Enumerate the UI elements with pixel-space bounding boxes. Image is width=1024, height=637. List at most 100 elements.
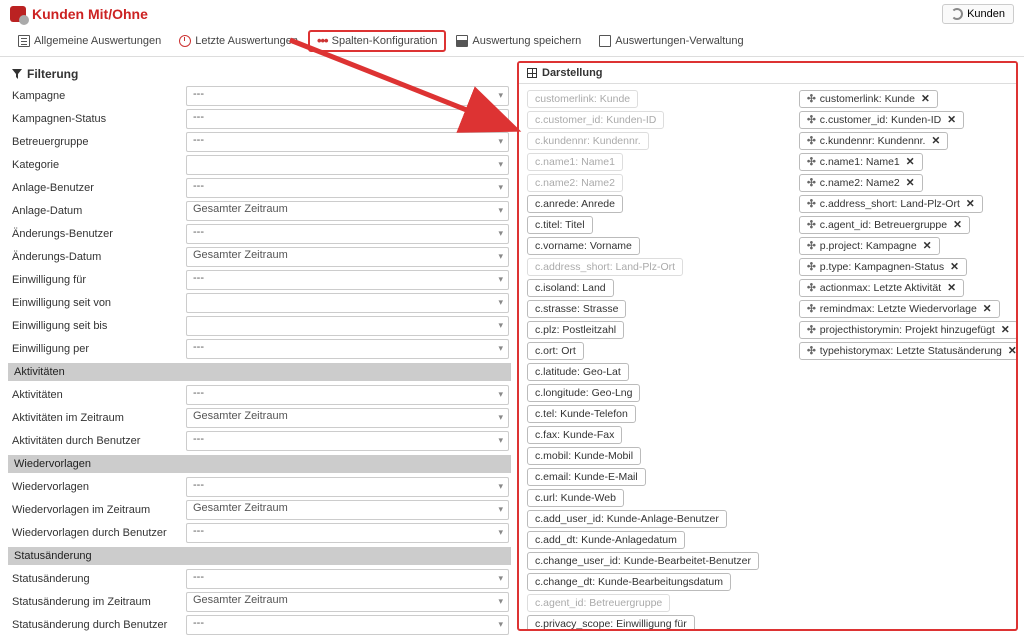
remove-icon[interactable]: ✕ <box>983 303 992 315</box>
drag-icon: ✣ <box>807 135 816 147</box>
available-chip: c.agent_id: Betreuergruppe <box>527 594 670 612</box>
filter-label: Aktivitäten im Zeitraum <box>10 412 186 424</box>
available-chip[interactable]: c.change_user_id: Kunde-Bearbeitet-Benut… <box>527 552 759 570</box>
filter-label: Einwilligung per <box>10 343 186 355</box>
remove-icon[interactable]: ✕ <box>953 219 962 231</box>
available-chip[interactable]: c.add_user_id: Kunde-Anlage-Benutzer <box>527 510 727 528</box>
available-chip[interactable]: c.url: Kunde-Web <box>527 489 624 507</box>
available-chip[interactable]: c.strasse: Strasse <box>527 300 626 318</box>
available-chip[interactable]: c.tel: Kunde-Telefon <box>527 405 636 423</box>
available-chip[interactable]: c.longitude: Geo-Lng <box>527 384 640 402</box>
remove-icon[interactable]: ✕ <box>906 156 915 168</box>
filter-select[interactable]: --- <box>186 109 509 129</box>
display-panel: Darstellung customerlink: Kundec.custome… <box>517 61 1018 631</box>
selected-chip[interactable]: ✣customerlink: Kunde✕ <box>799 90 938 108</box>
selected-chip[interactable]: ✣remindmax: Letzte Wiedervorlage✕ <box>799 300 1000 318</box>
selected-chip[interactable]: ✣p.type: Kampagnen-Status✕ <box>799 258 967 276</box>
drag-icon: ✣ <box>807 93 816 105</box>
available-chip[interactable]: c.vorname: Vorname <box>527 237 640 255</box>
toolbar-verwaltung[interactable]: Auswertungen-Verwaltung <box>591 31 751 51</box>
remove-icon[interactable]: ✕ <box>966 198 975 210</box>
remove-icon[interactable]: ✕ <box>906 177 915 189</box>
remove-icon[interactable]: ✕ <box>931 135 940 147</box>
available-chip: c.name2: Name2 <box>527 174 623 192</box>
filter-select[interactable]: --- <box>186 385 509 405</box>
toolbar-speichern[interactable]: Auswertung speichern <box>448 31 589 51</box>
kunden-button[interactable]: Kunden <box>942 4 1014 24</box>
filter-select[interactable]: Gesamter Zeitraum <box>186 201 509 221</box>
filter-label: Kampagnen-Status <box>10 113 186 125</box>
remove-icon[interactable]: ✕ <box>947 114 956 126</box>
available-chip[interactable]: c.latitude: Geo-Lat <box>527 363 629 381</box>
available-chip[interactable]: c.privacy_scope: Einwilligung für <box>527 615 695 629</box>
available-chip: c.address_short: Land-Plz-Ort <box>527 258 683 276</box>
filter-select[interactable]: --- <box>186 132 509 152</box>
selected-chip[interactable]: ✣c.name1: Name1✕ <box>799 153 923 171</box>
selected-chip[interactable]: ✣c.kundennr: Kundennr.✕ <box>799 132 948 150</box>
available-chip[interactable]: c.titel: Titel <box>527 216 593 234</box>
remove-icon[interactable]: ✕ <box>923 240 932 252</box>
drag-icon: ✣ <box>807 282 816 294</box>
available-chip[interactable]: c.ort: Ort <box>527 342 584 360</box>
filter-select[interactable]: --- <box>186 431 509 451</box>
toolbar-letzte[interactable]: Letzte Auswertungen <box>171 31 306 51</box>
filter-select[interactable]: --- <box>186 224 509 244</box>
available-chip[interactable]: c.fax: Kunde-Fax <box>527 426 622 444</box>
selected-chip[interactable]: ✣c.agent_id: Betreuergruppe✕ <box>799 216 970 234</box>
drag-icon: ✣ <box>807 156 816 168</box>
drag-icon: ✣ <box>807 240 816 252</box>
reload-icon <box>951 8 963 20</box>
selected-chip[interactable]: ✣p.project: Kampagne✕ <box>799 237 940 255</box>
toolbar-spalten[interactable]: •••Spalten-Konfiguration <box>308 30 446 52</box>
remove-icon[interactable]: ✕ <box>921 93 930 105</box>
display-title: Darstellung <box>519 63 1016 84</box>
filter-select[interactable]: Gesamter Zeitraum <box>186 592 509 612</box>
drag-icon: ✣ <box>807 198 816 210</box>
filter-select[interactable]: --- <box>186 569 509 589</box>
page-title: Kunden Mit/Ohne <box>32 6 942 22</box>
selected-chip[interactable]: ✣projecthistorymin: Projekt hinzugefügt✕ <box>799 321 1016 339</box>
filter-label: Einwilligung seit von <box>10 297 186 309</box>
selected-chip[interactable]: ✣typehistorymax: Letzte Statusänderung✕ <box>799 342 1016 360</box>
filter-select[interactable]: --- <box>186 523 509 543</box>
remove-icon[interactable]: ✕ <box>950 261 959 273</box>
filter-select[interactable]: Gesamter Zeitraum <box>186 247 509 267</box>
filter-select[interactable]: --- <box>186 477 509 497</box>
filter-label: Kampagne <box>10 90 186 102</box>
filter-subheader: Aktivitäten <box>8 363 511 381</box>
filter-select[interactable]: --- <box>186 615 509 635</box>
remove-icon[interactable]: ✕ <box>947 282 956 294</box>
available-chip[interactable]: c.plz: Postleitzahl <box>527 321 624 339</box>
list-icon <box>18 35 30 47</box>
available-columns: customerlink: Kundec.customer_id: Kunden… <box>527 90 759 623</box>
available-chip[interactable]: c.mobil: Kunde-Mobil <box>527 447 641 465</box>
drag-icon: ✣ <box>807 324 816 336</box>
filter-select[interactable]: Gesamter Zeitraum <box>186 408 509 428</box>
available-chip[interactable]: c.anrede: Anrede <box>527 195 623 213</box>
filter-select[interactable]: --- <box>186 86 509 106</box>
available-chip[interactable]: c.email: Kunde-E-Mail <box>527 468 646 486</box>
available-chip[interactable]: c.change_dt: Kunde-Bearbeitungsdatum <box>527 573 731 591</box>
filter-select[interactable]: --- <box>186 270 509 290</box>
remove-icon[interactable]: ✕ <box>1001 324 1010 336</box>
toolbar-allgemeine[interactable]: Allgemeine Auswertungen <box>10 31 169 51</box>
remove-icon[interactable]: ✕ <box>1008 345 1016 357</box>
selected-chip[interactable]: ✣c.address_short: Land-Plz-Ort✕ <box>799 195 983 213</box>
filter-label: Aktivitäten <box>10 389 186 401</box>
selected-chip[interactable]: ✣actionmax: Letzte Aktivität✕ <box>799 279 964 297</box>
selected-chip[interactable]: ✣c.name2: Name2✕ <box>799 174 923 192</box>
filter-select[interactable]: --- <box>186 339 509 359</box>
filter-select[interactable]: Gesamter Zeitraum <box>186 500 509 520</box>
available-chip[interactable]: c.add_dt: Kunde-Anlagedatum <box>527 531 685 549</box>
filter-label: Wiedervorlagen <box>10 481 186 493</box>
clock-icon <box>179 35 191 47</box>
filter-select[interactable]: --- <box>186 178 509 198</box>
filter-label: Betreuergruppe <box>10 136 186 148</box>
filter-select[interactable] <box>186 316 509 336</box>
selected-chip[interactable]: ✣c.customer_id: Kunden-ID✕ <box>799 111 964 129</box>
filter-label: Änderungs-Benutzer <box>10 228 186 240</box>
filter-select[interactable] <box>186 155 509 175</box>
filter-select[interactable] <box>186 293 509 313</box>
available-chip[interactable]: c.isoland: Land <box>527 279 614 297</box>
filter-label: Änderungs-Datum <box>10 251 186 263</box>
